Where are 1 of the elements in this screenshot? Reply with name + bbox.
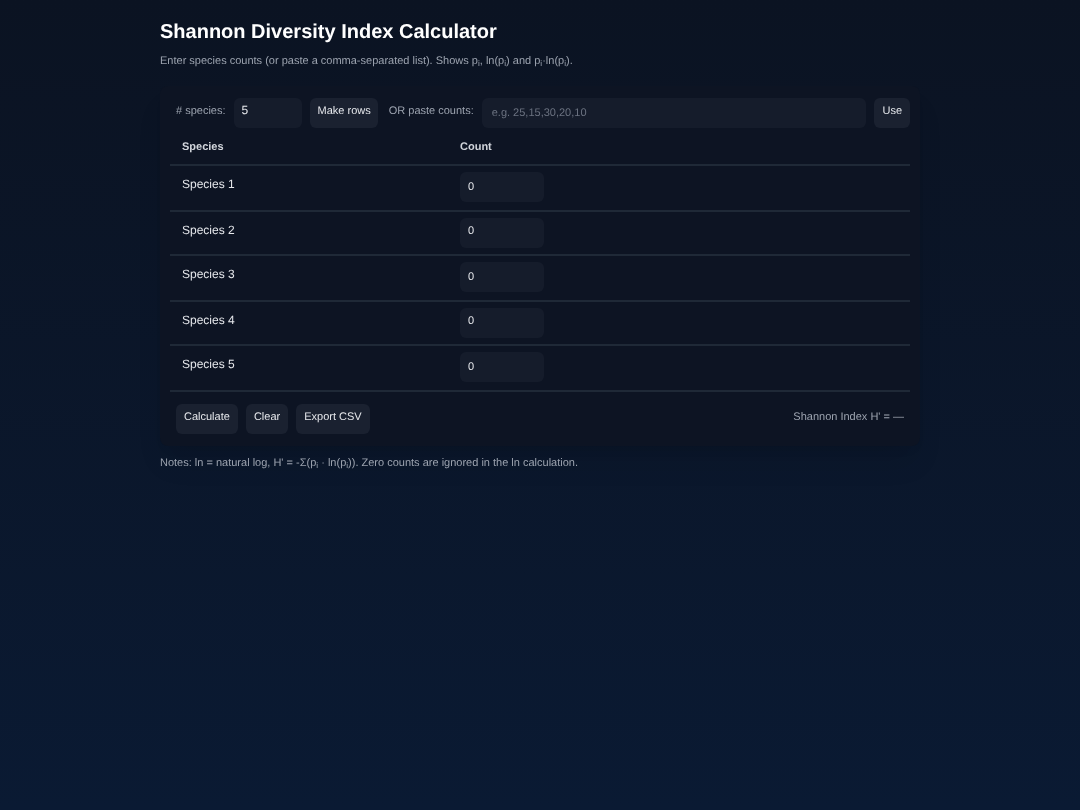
page-title: Shannon Diversity Index Calculator bbox=[160, 20, 499, 48]
